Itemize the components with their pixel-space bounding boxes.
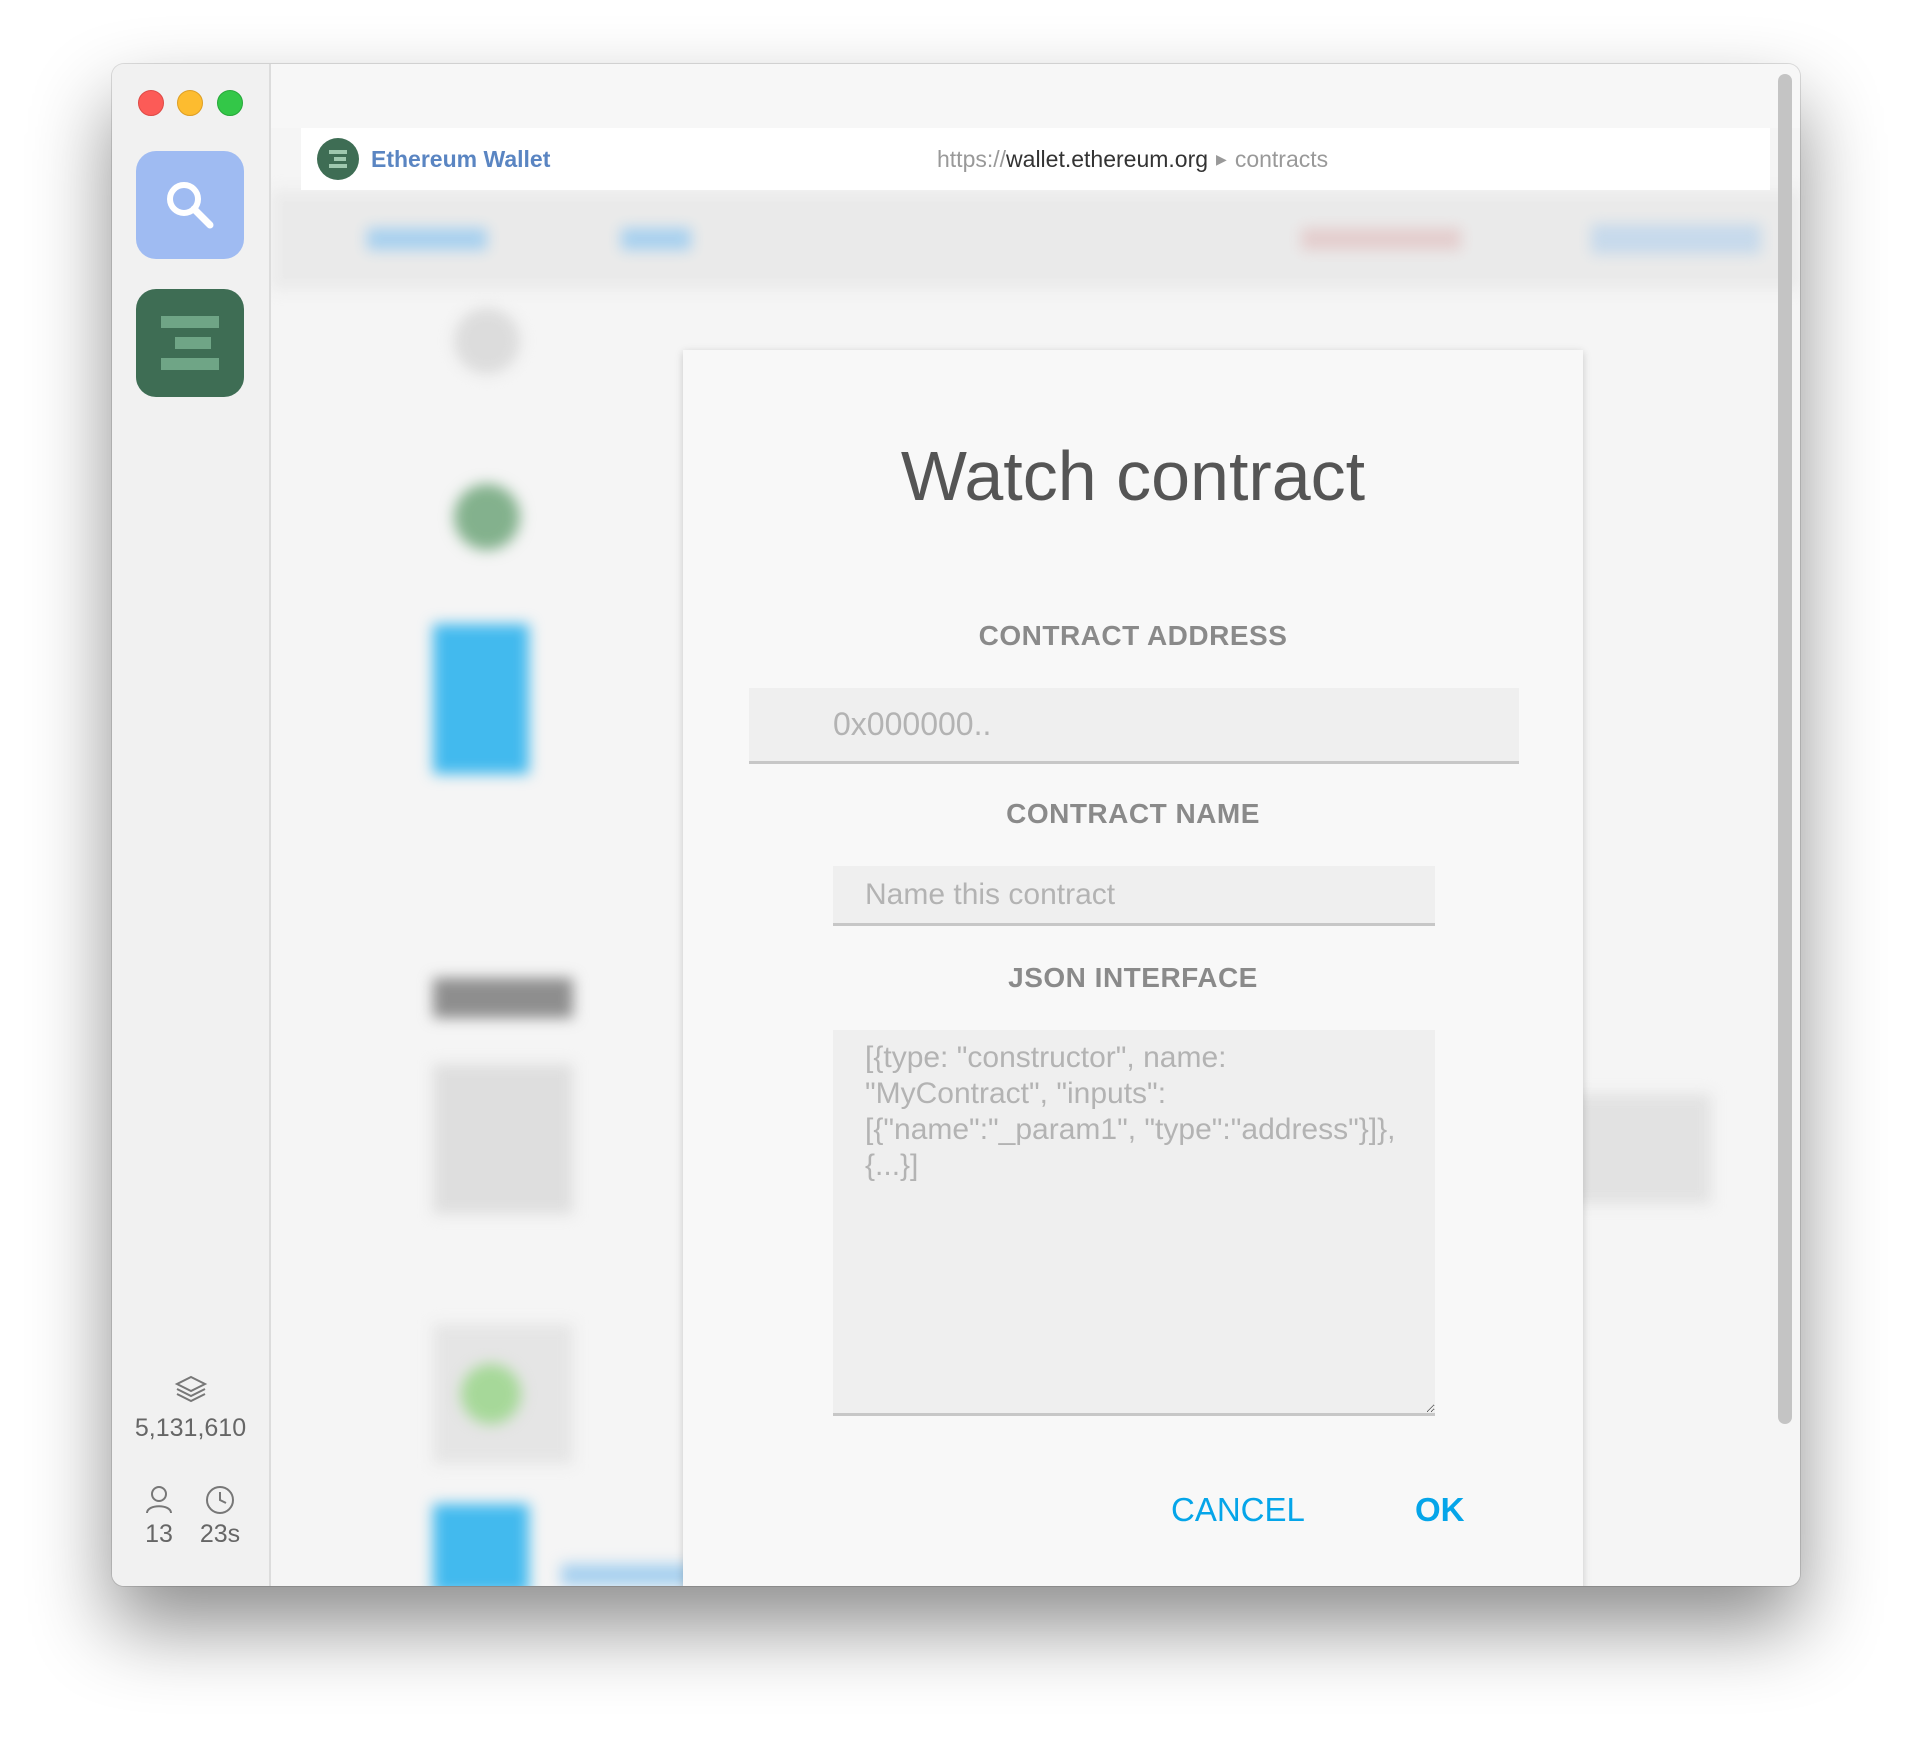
- block-number: 5,131,610: [134, 1414, 247, 1442]
- clock-icon: [206, 1486, 234, 1514]
- json-interface-label: JSON INTERFACE: [1008, 962, 1258, 993]
- wallet-app-button[interactable]: [136, 289, 244, 397]
- site-name: Ethereum Wallet: [371, 145, 551, 172]
- ok-button[interactable]: OK: [1409, 1490, 1471, 1530]
- blocks-icon: [174, 1375, 208, 1403]
- search-icon: [167, 182, 214, 229]
- contract-address-label: CONTRACT ADDRESS: [978, 620, 1288, 651]
- contract-name-label: CONTRACT NAME: [1006, 798, 1260, 829]
- url-host: wallet.ethereum.org: [1006, 145, 1209, 172]
- contract-address-input[interactable]: [749, 688, 1519, 764]
- close-window-button[interactable]: [138, 90, 164, 116]
- contract-name-input[interactable]: [833, 866, 1435, 926]
- modal-title: Watch contract: [900, 437, 1366, 515]
- url-path: contracts: [1234, 145, 1329, 172]
- url-scheme: https://: [937, 145, 1007, 172]
- url-text[interactable]: https:// wallet.ethereum.org ▶ contracts: [937, 146, 1328, 173]
- sidebar: 5,131,610 13 23s: [112, 64, 271, 1586]
- maximize-window-button[interactable]: [217, 90, 243, 116]
- last-block-time: 23s: [199, 1520, 241, 1548]
- ethereum-logo-icon: [329, 150, 347, 168]
- peer-count: 13: [145, 1520, 173, 1548]
- watch-contract-modal: Watch contract CONTRACT ADDRESS CONTRACT…: [683, 350, 1583, 1586]
- json-interface-textarea[interactable]: [833, 1030, 1435, 1416]
- app-window: 5,131,610 13 23s Ethereum Wallet https:/…: [112, 64, 1800, 1586]
- minimize-window-button[interactable]: [177, 90, 203, 116]
- scrollbar[interactable]: [1778, 74, 1792, 1424]
- peers-icon: [146, 1486, 172, 1514]
- ethereum-wallet-icon: [161, 316, 219, 370]
- ethereum-wallet-logo: [317, 138, 359, 180]
- cancel-button[interactable]: CANCEL: [1165, 1490, 1311, 1530]
- url-bar: Ethereum Wallet https:// wallet.ethereum…: [301, 128, 1770, 190]
- browser-search-app-button[interactable]: [136, 151, 244, 259]
- breadcrumb-arrow-icon: ▶: [1216, 150, 1227, 167]
